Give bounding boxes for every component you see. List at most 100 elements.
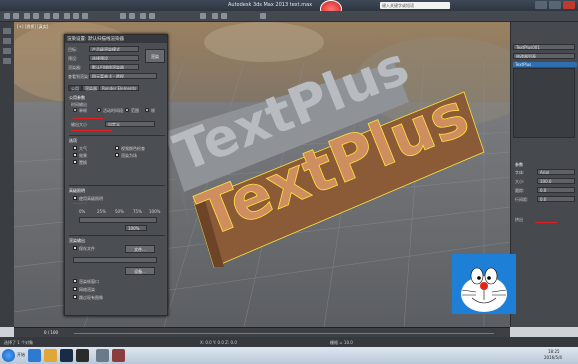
ie-icon[interactable] [28,349,41,362]
selection-status: 选择了 1 个对象 [4,340,34,345]
unlink-icon[interactable] [33,13,39,19]
redo-icon[interactable] [13,13,19,19]
frame-window-checkbox[interactable] [73,279,77,283]
renderer-label: 渲染器: [68,65,82,70]
use-advanced-lighting-label: 使用高级照明 [79,196,103,201]
skip-existing-checkbox[interactable] [73,295,77,299]
timeline-track[interactable] [74,333,494,334]
atmosphere-checkbox[interactable] [73,146,77,150]
scale-icon[interactable] [82,13,88,19]
explorer-icon[interactable] [44,349,57,362]
annotation-underline-2 [71,130,111,131]
render-button[interactable]: 渲染 [145,49,165,63]
rotate-icon[interactable] [73,13,79,19]
active-segment-radio[interactable] [97,108,101,112]
select-region-icon[interactable] [53,13,59,19]
size-field[interactable]: 100.0 [537,178,575,184]
app-icon[interactable] [112,349,125,362]
tab-common[interactable]: 公用 [68,85,82,91]
close-button[interactable] [563,1,575,9]
frames-label: 帧 [151,108,155,113]
modifier-stack-item[interactable]: TextPlus [513,62,577,67]
range-label: 范围 [131,108,139,113]
output-path-field[interactable] [73,257,157,263]
frame-counter: 0 / 100 [44,330,59,335]
frame-window-label: 渲染帧窗口 [79,279,99,284]
paint-tool-icon[interactable] [3,38,11,44]
tab-renderer[interactable]: 渲染器 [82,85,100,91]
file-button[interactable]: 文件... [125,245,155,253]
3dsmax-icon[interactable] [96,349,109,362]
view-label: 查看到渲染: [68,74,90,79]
maximize-button[interactable] [549,1,561,9]
atmosphere-label: 大气 [79,146,87,151]
lighting-slider[interactable] [79,217,157,223]
snap-icon[interactable] [120,13,126,19]
viewport-label[interactable]: [+] [透视] [真实] [17,24,48,30]
link-icon[interactable] [24,13,30,19]
clock-time: 18:25 [548,349,560,354]
move-icon[interactable] [64,13,70,19]
window-title: Autodesk 3ds Max 2013 text.max [228,2,313,8]
start-button[interactable] [2,349,15,362]
angle-snap-icon[interactable] [129,13,135,19]
select-icon[interactable] [44,13,50,19]
preset-dropdown[interactable]: 选择预设 [89,55,139,61]
time-slider[interactable]: 0 / 100 [14,327,510,337]
minimize-button[interactable] [535,1,547,9]
modifier-list-dropdown[interactable]: 修改器列表 [513,53,575,59]
pct-75: 75% [133,209,142,214]
renderer-dropdown[interactable]: 默认扫描线渲染器 [89,64,139,70]
modifier-stack-list[interactable] [513,68,575,138]
annotation-underline-1 [73,118,103,119]
preset-label: 预设: [68,56,78,61]
use-advanced-lighting-checkbox[interactable] [73,196,77,200]
layer-tool-icon[interactable] [3,58,11,64]
single-frame-label: 单帧 [79,108,87,113]
object-name-field[interactable]: TextPlus001 [513,44,575,50]
output-size-dropdown[interactable]: 自定义 [105,121,155,127]
render-fields-checkbox[interactable] [115,153,119,157]
save-file-checkbox[interactable] [73,246,77,250]
grid-readout: 栅格 = 10.0 [330,340,353,345]
status-bar: 选择了 1 个对象 X: 0.0 Y: 0.0 Z: 0.0 栅格 = 10.0 [0,337,578,347]
parameters-title: 参数 [515,162,523,167]
quality-field[interactable]: 100% [125,225,147,231]
media-icon[interactable] [76,349,89,362]
search-input[interactable]: 键入关键字或短语 [380,2,450,9]
photoshop-icon[interactable] [60,349,73,362]
clock-date: 2016/5/4 [544,355,562,360]
video-check-checkbox[interactable] [115,146,119,150]
tab-render-elements[interactable]: Render Elements [99,85,140,91]
save-file-label: 保存文件 [79,246,95,251]
brush-tool-icon[interactable] [3,48,11,54]
effects-checkbox[interactable] [73,153,77,157]
window-controls [535,1,575,9]
left-viewport-toolbar [0,22,14,327]
tracking-field[interactable]: 0.0 [537,187,575,193]
main-toolbar [0,11,578,22]
material-editor-icon[interactable] [200,13,206,19]
undo-icon[interactable] [4,13,10,19]
align-icon[interactable] [149,13,155,19]
extrude-label: 挤出 [515,217,523,222]
teapot-icon[interactable] [260,13,266,19]
common-params-title: 公用参数 [69,95,85,100]
target-dropdown[interactable]: 产品级渲染模式 [89,46,139,52]
leading-field[interactable]: 0.0 [537,196,575,202]
displacement-checkbox[interactable] [73,160,77,164]
device-button[interactable]: 设备... [125,267,155,275]
target-label: 目标: [68,47,78,52]
select-tool-icon[interactable] [3,28,11,34]
render-setup-icon[interactable] [212,13,218,19]
range-radio[interactable] [125,108,129,112]
frames-radio[interactable] [145,108,149,112]
divider [69,185,165,186]
render-icon[interactable] [221,13,227,19]
font-dropdown[interactable]: Arial [537,169,575,175]
net-render-checkbox[interactable] [73,287,77,291]
font-label: 字体: [515,170,525,175]
single-frame-radio[interactable] [73,108,77,112]
mirror-icon[interactable] [140,13,146,19]
view-dropdown[interactable]: 四元菜单 4 - 透视 [89,73,157,79]
